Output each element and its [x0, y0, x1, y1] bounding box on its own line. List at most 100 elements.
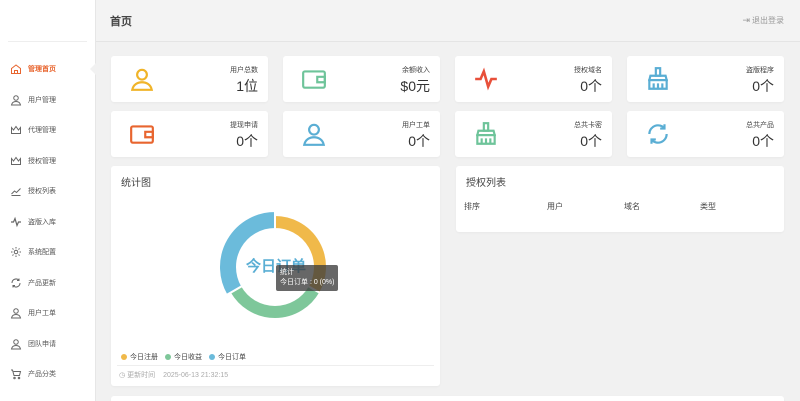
table-column-header: 类型	[700, 202, 716, 211]
stat-label: 余额收入	[402, 67, 430, 74]
trend-icon	[10, 185, 22, 197]
stat-card-1[interactable]: 余额收入 $0元	[283, 56, 440, 102]
sidebar: 管理首页用户管理代理管理授权管理授权列表盗版入库系统配置产品更新用户工单团队申请…	[0, 0, 96, 401]
chart-divider	[117, 365, 434, 366]
crown-icon	[10, 155, 22, 167]
sidebar-item-10[interactable]: 产品分类	[0, 359, 95, 390]
table-column-header: 域名	[624, 202, 640, 211]
user-icon	[301, 121, 327, 147]
wallet-icon	[129, 121, 155, 147]
stat-card-5[interactable]: 用户工单 0个	[283, 111, 440, 157]
legend-item-1[interactable]: 今日收益	[165, 352, 202, 362]
legend-dot	[209, 354, 215, 360]
sidebar-item-label: 产品更新	[28, 279, 56, 287]
table-column-header: 用户	[547, 202, 563, 211]
sidebar-item-6[interactable]: 系统配置	[0, 237, 95, 268]
sidebar-menu: 管理首页用户管理代理管理授权管理授权列表盗版入库系统配置产品更新用户工单团队申请…	[0, 54, 96, 390]
sidebar-item-8[interactable]: 用户工单	[0, 298, 95, 329]
sidebar-logo-area	[8, 0, 87, 42]
chart-legend: 今日注册 今日收益 今日订单	[121, 352, 253, 362]
logout-icon: ⇥	[742, 15, 750, 25]
stat-value: 0个	[408, 133, 430, 149]
chart-tooltip: 统计 今日订单 : 0 (0%)	[276, 265, 339, 291]
page-title: 首页	[110, 16, 132, 28]
license-list-title: 授权列表	[466, 178, 506, 189]
tooltip-title: 统计	[280, 269, 294, 276]
home-icon	[10, 63, 22, 75]
license-list-panel: 授权列表 排序 用户 域名 类型	[456, 166, 784, 232]
stat-value: 1位	[236, 78, 258, 94]
sidebar-item-label: 系统配置	[28, 249, 56, 257]
stat-card-4[interactable]: 提现申请 0个	[111, 111, 268, 157]
legend-dot	[121, 354, 127, 360]
stat-value: $0元	[400, 78, 430, 94]
sidebar-item-label: 产品分类	[28, 371, 56, 379]
sidebar-item-label: 用户工单	[28, 310, 56, 318]
gear-icon	[10, 246, 22, 258]
sidebar-item-label: 盗版入库	[28, 218, 56, 226]
legend-dot	[165, 354, 171, 360]
sidebar-item-label: 授权列表	[28, 188, 56, 196]
stat-label: 授权域名	[574, 67, 602, 74]
stat-label: 总共产品	[746, 122, 774, 129]
header: 首页 ⇥ 退出登录	[96, 0, 800, 42]
sidebar-item-3[interactable]: 授权管理	[0, 146, 95, 177]
logout-label: 退出登录	[752, 16, 784, 25]
stat-value: 0个	[236, 133, 258, 149]
stat-label: 总共卡密	[574, 122, 602, 129]
clock-icon: ◷	[119, 372, 126, 379]
tooltip-text: 今日订单 : 0 (0%)	[280, 279, 335, 286]
stat-value: 0个	[580, 78, 602, 94]
refresh-icon	[10, 277, 22, 289]
legend-label: 今日订单	[218, 354, 246, 361]
cart-icon	[10, 368, 22, 380]
user-icon	[10, 94, 22, 106]
sidebar-item-7[interactable]: 产品更新	[0, 268, 95, 299]
user-icon	[10, 338, 22, 350]
stat-label: 盗版程序	[746, 67, 774, 74]
legend-label: 今日注册	[130, 354, 158, 361]
user-icon	[129, 66, 155, 92]
wallet-icon	[301, 66, 327, 92]
sidebar-item-9[interactable]: 团队申请	[0, 329, 95, 360]
sidebar-item-label: 授权管理	[28, 157, 56, 165]
broom-icon	[473, 121, 499, 147]
sidebar-item-label: 代理管理	[28, 127, 56, 135]
legend-item-0[interactable]: 今日注册	[121, 352, 158, 362]
sidebar-item-2[interactable]: 代理管理	[0, 115, 95, 146]
updated-label: 更新时间	[127, 372, 156, 379]
stat-card-0[interactable]: 用户总数 1位	[111, 56, 268, 102]
stat-label: 用户工单	[402, 122, 430, 129]
chart-footer: ◷ 更新时间 2025-06-13 21:32:15	[119, 370, 228, 380]
updated-time: 2025-06-13 21:32:15	[163, 371, 229, 379]
stat-value: 0个	[752, 78, 774, 94]
legend-item-2[interactable]: 今日订单	[209, 352, 246, 362]
refresh-icon	[645, 121, 671, 147]
pulse-icon	[10, 216, 22, 228]
stat-card-7[interactable]: 总共产品 0个	[627, 111, 784, 157]
sidebar-item-label: 管理首页	[28, 66, 56, 74]
stat-value: 0个	[580, 133, 602, 149]
stat-card-2[interactable]: 授权域名 0个	[455, 56, 612, 102]
stat-value: 0个	[752, 133, 774, 149]
donut-slice-2[interactable]	[218, 209, 276, 297]
sidebar-item-5[interactable]: 盗版入库	[0, 207, 95, 238]
crown-icon	[10, 124, 22, 136]
chart-panel: 统计图 今日订单 统计 今日订单 : 0 (0%) 今日注册今日收益今日订单 ◷…	[111, 166, 440, 386]
stat-card-6[interactable]: 总共卡密 0个	[455, 111, 612, 157]
sidebar-item-label: 团队申请	[28, 340, 56, 348]
legend-label: 今日收益	[174, 354, 202, 361]
sidebar-item-1[interactable]: 用户管理	[0, 85, 95, 116]
logout-button[interactable]: ⇥ 退出登录	[742, 15, 784, 26]
stat-card-3[interactable]: 盗版程序 0个	[627, 56, 784, 102]
table-column-header: 排序	[464, 202, 480, 211]
sidebar-item-4[interactable]: 授权列表	[0, 176, 95, 207]
bottom-panel	[111, 396, 784, 401]
broom-icon	[645, 66, 671, 92]
pulse-icon	[473, 66, 499, 92]
user-icon	[10, 307, 22, 319]
sidebar-item-0[interactable]: 管理首页	[0, 54, 96, 85]
stat-label: 提现申请	[230, 122, 258, 129]
stat-label: 用户总数	[230, 67, 258, 74]
sidebar-item-label: 用户管理	[28, 96, 56, 104]
